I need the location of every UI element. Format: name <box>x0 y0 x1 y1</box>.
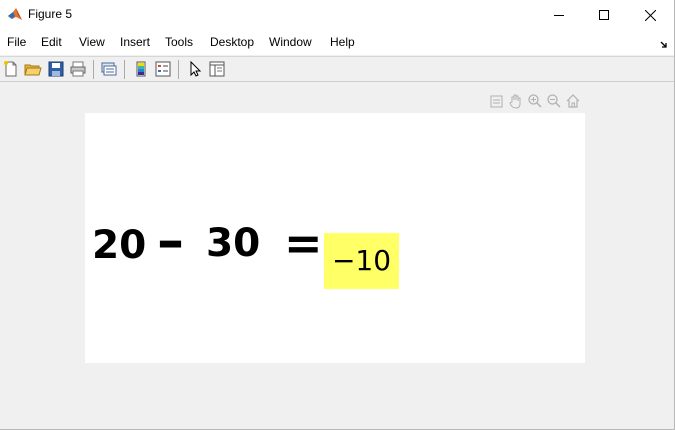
figure-window: Figure 5 File Edit View Insert Tools Des… <box>0 0 675 430</box>
window-title: Figure 5 <box>28 7 73 21</box>
axes-toolbar <box>489 93 585 111</box>
toolbar-separator <box>93 60 94 79</box>
figure-canvas: 20 – 30 = −10 <box>85 113 585 363</box>
toolbar-separator <box>124 60 125 79</box>
insert-legend-icon[interactable] <box>154 60 172 78</box>
link-plot-icon[interactable] <box>100 60 118 78</box>
minus-operator: – <box>157 209 184 272</box>
close-button[interactable] <box>627 0 673 30</box>
operand-b: 30 <box>206 221 261 266</box>
close-icon <box>644 9 656 21</box>
matlab-icon <box>7 6 23 22</box>
maximize-icon <box>599 10 609 20</box>
menu-view[interactable]: View <box>79 35 105 49</box>
menu-desktop[interactable]: Desktop <box>210 35 254 49</box>
open-file-icon[interactable] <box>24 60 42 78</box>
operand-a: 20 <box>92 223 147 268</box>
equals-sign: = <box>284 216 323 270</box>
maximize-button[interactable] <box>581 0 627 30</box>
figure-area: 20 – 30 = −10 <box>0 83 674 429</box>
insert-colorbar-icon[interactable] <box>132 60 150 78</box>
menu-tools[interactable]: Tools <box>165 35 193 49</box>
result-box: −10 <box>324 233 399 289</box>
export-icon[interactable] <box>489 93 505 109</box>
menu-bar: File Edit View Insert Tools Desktop Wind… <box>0 30 674 55</box>
menu-help[interactable]: Help <box>330 35 355 49</box>
zoom-in-icon[interactable] <box>527 93 543 109</box>
edit-plot-icon[interactable] <box>186 60 204 78</box>
pan-icon[interactable] <box>508 93 524 109</box>
menu-insert[interactable]: Insert <box>120 35 150 49</box>
toolbar-separator <box>178 60 179 79</box>
print-icon[interactable] <box>69 60 87 78</box>
zoom-out-icon[interactable] <box>546 93 562 109</box>
save-icon[interactable] <box>47 60 65 78</box>
menu-window[interactable]: Window <box>269 35 312 49</box>
home-icon[interactable] <box>565 93 581 109</box>
minimize-button[interactable] <box>536 0 582 30</box>
result-value: −10 <box>331 244 392 277</box>
dock-arrow-icon[interactable] <box>659 37 669 48</box>
new-figure-icon[interactable] <box>2 60 20 78</box>
title-bar[interactable]: Figure 5 <box>0 0 674 30</box>
property-inspector-icon[interactable] <box>208 60 226 78</box>
minimize-icon <box>554 10 564 20</box>
figure-toolbar <box>0 56 674 82</box>
menu-file[interactable]: File <box>7 35 26 49</box>
menu-edit[interactable]: Edit <box>41 35 62 49</box>
